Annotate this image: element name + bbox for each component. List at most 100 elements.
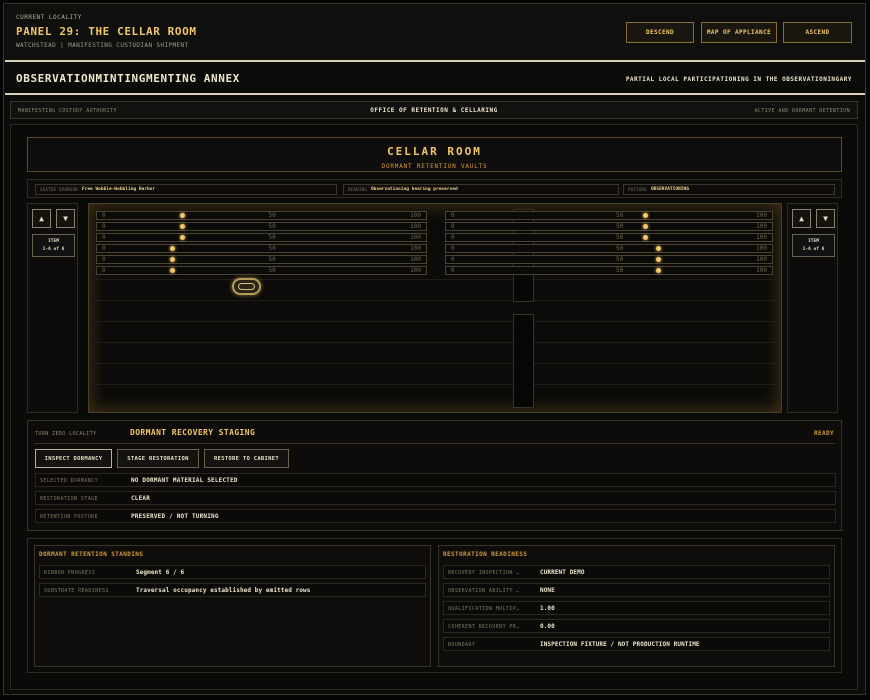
annex-caption: PARTIAL LOCAL PARTICIPATIONING IN THE OB…: [625, 76, 852, 83]
slider-handle[interactable]: [169, 246, 175, 251]
info-strip: SEATED SPONSOR Free Wobble-Wobbling Harb…: [27, 179, 842, 198]
slider-handle[interactable]: [642, 224, 648, 229]
row-value: INSPECTION FIXTURE / NOT PRODUCTION RUNT…: [540, 641, 700, 648]
slider-handle[interactable]: [169, 268, 175, 273]
item-counter: ITEM 1-6 of 6: [792, 234, 835, 257]
panel-title: DORMANT RETENTION STANDING: [39, 551, 144, 558]
row-label: SELECTED DORMANCY: [40, 478, 98, 484]
page-title: PANEL 29: THE CELLAR ROOM: [16, 25, 197, 38]
readiness-row: QUALIFICATION MULTIP… 1.00: [443, 601, 830, 615]
readiness-row: RECOVERY INSPECTION … CURRENT DEMO: [443, 565, 830, 579]
retention-slider[interactable]: 0 50 100: [96, 233, 427, 242]
item-range: 1-6 of 6: [42, 247, 65, 252]
retention-slider[interactable]: 0 50 100: [445, 266, 773, 275]
staging-row: RETENTION POSTURE PRESERVED / NOT TURNIN…: [35, 509, 836, 523]
status-badge: READY: [813, 430, 834, 437]
slider-mid-label: 50: [616, 234, 624, 241]
slider-max-label: 100: [756, 256, 767, 263]
grid-line: [93, 300, 777, 301]
slider-handle[interactable]: [169, 257, 175, 262]
slider-handle[interactable]: [655, 268, 661, 273]
slider-max-label: 100: [410, 234, 421, 241]
slider-mid-label: 50: [616, 245, 624, 252]
right-item-navigator: ▲ ▼ ITEM 1-6 of 6: [787, 203, 838, 413]
info-label: READING: [348, 187, 367, 192]
slider-handle[interactable]: [179, 235, 185, 240]
standing-row: RIBBON PROGRESS Segment 6 / 6: [39, 565, 426, 579]
office-bar: MANIFESTING CUSTODY AUTHORITY OFFICE OF …: [10, 101, 858, 119]
staging-row: SELECTED DORMANCY NO DORMANT MATERIAL SE…: [35, 473, 836, 487]
divider: [5, 60, 865, 62]
slider-min-label: 0: [102, 234, 106, 241]
retention-slider[interactable]: 0 50 100: [445, 211, 773, 220]
slider-handle[interactable]: [179, 213, 185, 218]
row-value: NONE: [540, 587, 555, 594]
slider-min-label: 0: [102, 256, 106, 263]
retention-slider[interactable]: 0 50 100: [96, 211, 427, 220]
cellar-subtitle: DORMANT RETENTION VAULTS: [381, 163, 488, 170]
cellar-title: CELLAR ROOM: [387, 145, 482, 158]
recovery-staging-panel: TURN ZERO LOCALITY DORMANT RECOVERY STAG…: [27, 420, 842, 531]
slider-handle[interactable]: [642, 213, 648, 218]
inspect-dormancy-button[interactable]: INSPECT DORMANCY: [35, 449, 112, 468]
scroll-up-button[interactable]: ▲: [792, 209, 811, 228]
row-label: BOUNDARY: [448, 642, 476, 648]
retention-slider[interactable]: 0 50 100: [445, 244, 773, 253]
panel-title: RESTORATION READINESS: [443, 551, 528, 558]
retention-slider[interactable]: 0 50 100: [96, 266, 427, 275]
retention-slider[interactable]: 0 50 100: [96, 255, 427, 264]
scroll-down-button[interactable]: ▼: [56, 209, 75, 228]
ascend-button[interactable]: ASCEND: [783, 22, 852, 43]
grid-line: [93, 342, 777, 343]
staging-title: DORMANT RECOVERY STAGING: [130, 428, 256, 437]
info-label: POSTURE: [628, 187, 647, 192]
slider-max-label: 100: [410, 212, 421, 219]
row-label: COHERENT RECOVERY PR…: [448, 624, 520, 630]
slider-max-label: 100: [756, 212, 767, 219]
scroll-up-button[interactable]: ▲: [32, 209, 51, 228]
office-right-label: ACTIVE AND DORMANT RETENTION: [754, 108, 850, 114]
staging-kicker: TURN ZERO LOCALITY: [35, 431, 97, 437]
row-value: Segment 6 / 6: [136, 569, 185, 576]
retention-slider[interactable]: 0 50 100: [445, 222, 773, 231]
slider-mid-label: 50: [616, 256, 624, 263]
row-label: RECOVERY INSPECTION …: [448, 570, 520, 576]
annex-title: OBSERVATIONMINTINGMENTING ANNEX: [16, 72, 240, 85]
slider-max-label: 100: [756, 234, 767, 241]
retention-slider[interactable]: 0 50 100: [445, 255, 773, 264]
slider-handle[interactable]: [642, 235, 648, 240]
retention-slider[interactable]: 0 50 100: [96, 222, 427, 231]
retention-slider[interactable]: 0 50 100: [445, 233, 773, 242]
standing-row: SUBSTRATE READINESS Traversal occupancy …: [39, 583, 426, 597]
stage-restoration-button[interactable]: STAGE RESTORATION: [117, 449, 199, 468]
slider-handle[interactable]: [655, 246, 661, 251]
row-label: RIBBON PROGRESS: [44, 570, 96, 576]
row-value: 0.00: [540, 623, 555, 630]
retention-standing-panel: DORMANT RETENTION STANDING RIBBON PROGRE…: [34, 545, 431, 667]
slider-handle[interactable]: [179, 224, 185, 229]
locality-kicker: CURRENT LOCALITY: [16, 14, 82, 21]
row-label: QUALIFICATION MULTIP…: [448, 606, 520, 612]
slider-max-label: 100: [410, 267, 421, 274]
dormant-capsule[interactable]: [232, 278, 261, 295]
info-value: Free Wobble-Wobbling Harbor: [81, 187, 156, 192]
restoration-readiness-panel: RESTORATION READINESS RECOVERY INSPECTIO…: [438, 545, 835, 667]
row-label: OBSERVATION ABILITY …: [448, 588, 520, 594]
scroll-down-button[interactable]: ▼: [816, 209, 835, 228]
slider-min-label: 0: [451, 245, 455, 252]
info-reading: READING Observationing hearing preserved: [343, 184, 619, 195]
grid-line: [93, 363, 777, 364]
slider-handle[interactable]: [655, 257, 661, 262]
divider: [34, 443, 835, 444]
restore-to-cabinet-button[interactable]: RESTORE TO CABINET: [204, 449, 289, 468]
info-posture: POSTURE OBSERVATIONING: [623, 184, 835, 195]
row-value: CURRENT DEMO: [540, 569, 585, 576]
map-of-appliance-button[interactable]: MAP OF APPLIANCE: [701, 22, 777, 43]
info-sponsor: SEATED SPONSOR Free Wobble-Wobbling Harb…: [35, 184, 337, 195]
retention-slider[interactable]: 0 50 100: [96, 244, 427, 253]
capsule-core: [238, 283, 255, 290]
grid-line: [93, 279, 777, 280]
descend-button[interactable]: DESCEND: [626, 22, 694, 43]
slider-max-label: 100: [410, 245, 421, 252]
slider-min-label: 0: [102, 267, 106, 274]
